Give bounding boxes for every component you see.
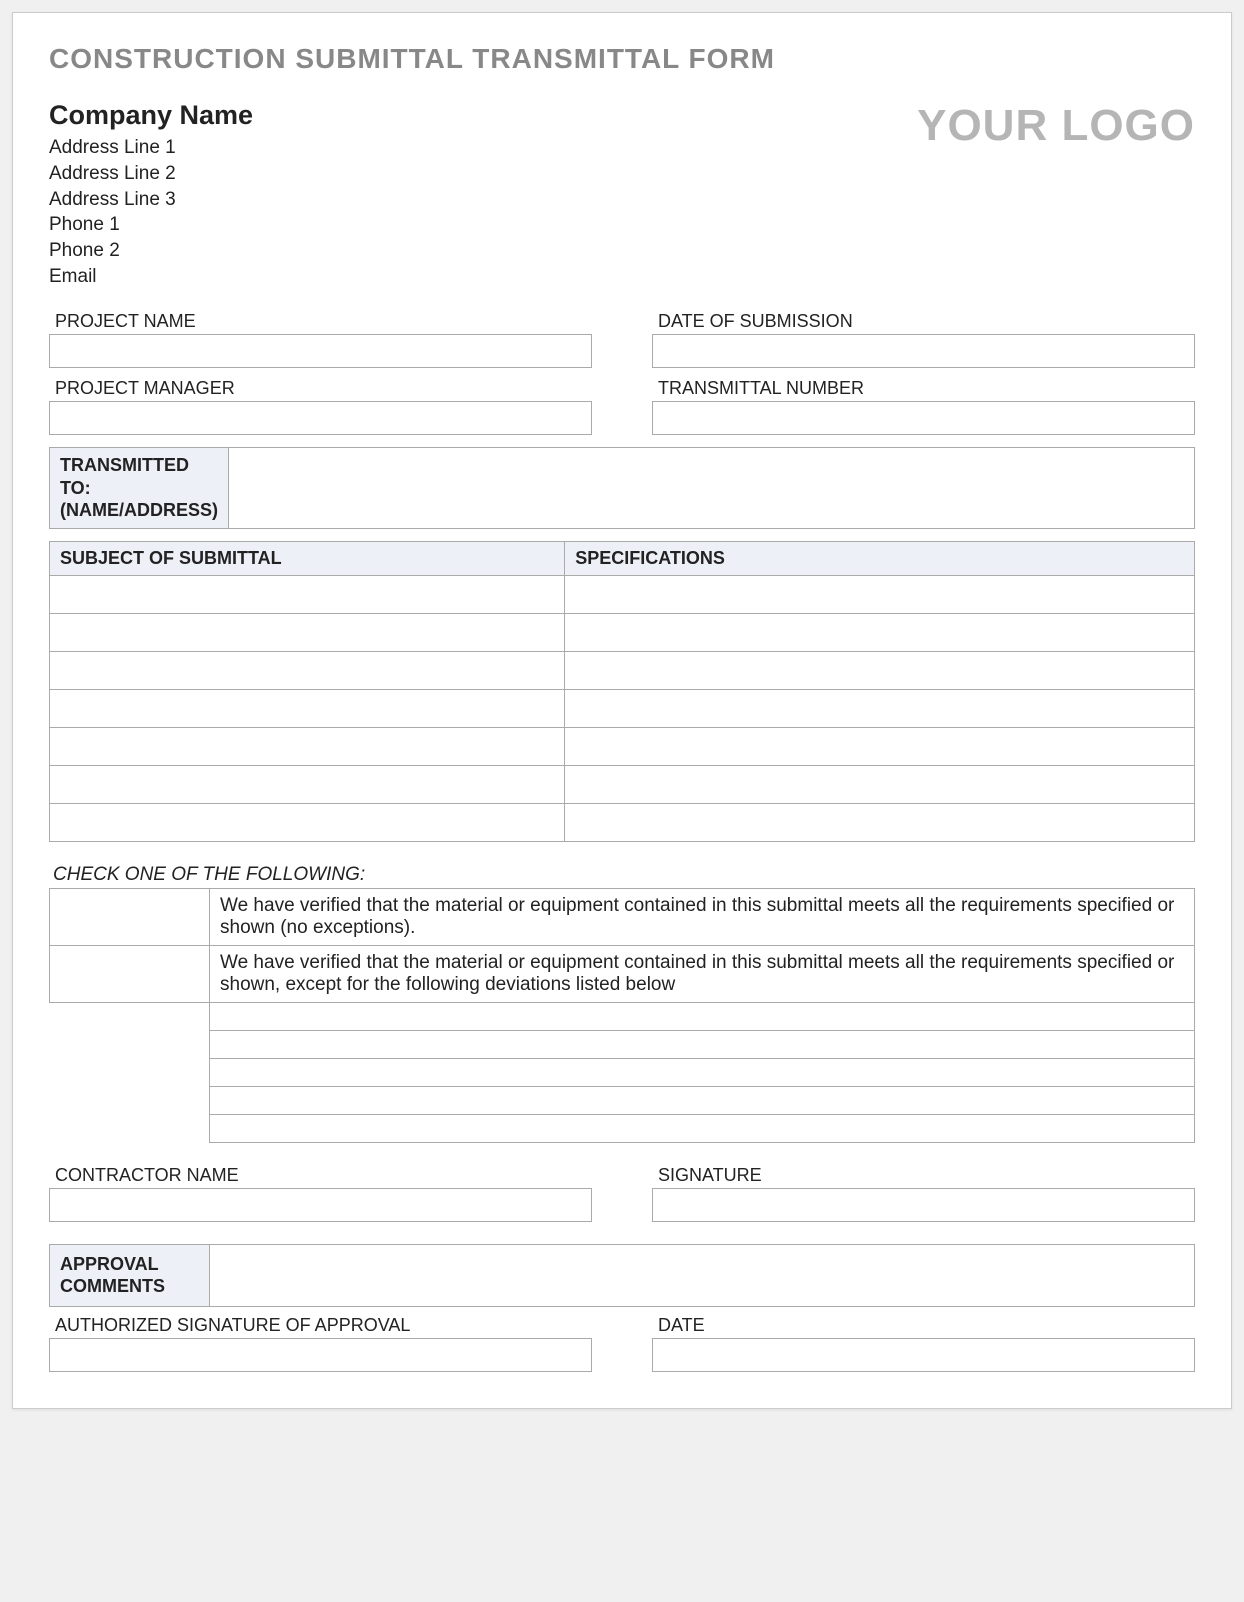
deviation-spacer (50, 1058, 210, 1086)
company-block: Company Name Address Line 1 Address Line… (49, 97, 253, 289)
row-manager-transmittal: PROJECT MANAGER TRANSMITTAL NUMBER (49, 374, 1195, 435)
check-header: CHECK ONE OF THE FOLLOWING: (53, 864, 1195, 886)
table-row (50, 803, 1195, 841)
cell-subject[interactable] (50, 575, 565, 613)
company-email: Email (49, 264, 253, 290)
table-row (50, 651, 1195, 689)
label-authorized-signature: AUTHORIZED SIGNATURE OF APPROVAL (49, 1311, 592, 1338)
form-title: CONSTRUCTION SUBMITTAL TRANSMITTAL FORM (49, 43, 1195, 75)
deviation-line[interactable] (210, 1030, 1195, 1058)
deviation-line[interactable] (210, 1086, 1195, 1114)
deviation-spacer (50, 1114, 210, 1142)
check-option-1: We have verified that the material or eq… (210, 888, 1195, 945)
input-project-manager[interactable] (49, 401, 592, 435)
header-row: Company Name Address Line 1 Address Line… (49, 97, 1195, 289)
table-row (50, 765, 1195, 803)
cell-specs[interactable] (565, 803, 1195, 841)
field-date: DATE (652, 1311, 1195, 1372)
row-project-date: PROJECT NAME DATE OF SUBMISSION (49, 307, 1195, 368)
check-option-2: We have verified that the material or eq… (210, 945, 1195, 1002)
input-date[interactable] (652, 1338, 1195, 1372)
company-phone-1: Phone 1 (49, 212, 253, 238)
header-specs: SPECIFICATIONS (565, 541, 1195, 575)
label-approval-comments: APPROVAL COMMENTS (50, 1244, 210, 1306)
company-address-2: Address Line 2 (49, 161, 253, 187)
cell-specs[interactable] (565, 575, 1195, 613)
company-address-3: Address Line 3 (49, 187, 253, 213)
form-page: CONSTRUCTION SUBMITTAL TRANSMITTAL FORM … (12, 12, 1232, 1409)
company-phone-2: Phone 2 (49, 238, 253, 264)
deviation-row (50, 1058, 1195, 1086)
deviation-spacer (50, 1030, 210, 1058)
table-row (50, 575, 1195, 613)
cell-subject[interactable] (50, 651, 565, 689)
logo-placeholder: YOUR LOGO (917, 101, 1195, 151)
company-address-1: Address Line 1 (49, 135, 253, 161)
deviation-row (50, 1002, 1195, 1030)
field-authorized-signature: AUTHORIZED SIGNATURE OF APPROVAL (49, 1311, 592, 1372)
cell-transmitted-to[interactable] (229, 448, 1195, 529)
check-cell-2[interactable] (50, 945, 210, 1002)
input-transmittal-number[interactable] (652, 401, 1195, 435)
field-project-name: PROJECT NAME (49, 307, 592, 368)
field-project-manager: PROJECT MANAGER (49, 374, 592, 435)
input-authorized-signature[interactable] (49, 1338, 592, 1372)
label-date-of-submission: DATE OF SUBMISSION (652, 307, 1195, 334)
label-transmitted-to: TRANSMITTED TO: (NAME/ADDRESS) (50, 448, 229, 529)
approval-table: APPROVAL COMMENTS (49, 1244, 1195, 1307)
cell-specs[interactable] (565, 765, 1195, 803)
company-name: Company Name (49, 97, 253, 133)
field-contractor-name: CONTRACTOR NAME (49, 1161, 592, 1222)
cell-approval-comments[interactable] (210, 1244, 1195, 1306)
header-subject: SUBJECT OF SUBMITTAL (50, 541, 565, 575)
cell-subject[interactable] (50, 765, 565, 803)
deviation-row (50, 1030, 1195, 1058)
cell-specs[interactable] (565, 727, 1195, 765)
deviation-line[interactable] (210, 1002, 1195, 1030)
field-transmittal-number: TRANSMITTAL NUMBER (652, 374, 1195, 435)
label-project-name: PROJECT NAME (49, 307, 592, 334)
row-contractor-signature: CONTRACTOR NAME SIGNATURE (49, 1161, 1195, 1222)
label-contractor-name: CONTRACTOR NAME (49, 1161, 592, 1188)
table-row (50, 727, 1195, 765)
input-contractor-name[interactable] (49, 1188, 592, 1222)
label-project-manager: PROJECT MANAGER (49, 374, 592, 401)
cell-specs[interactable] (565, 651, 1195, 689)
cell-specs[interactable] (565, 689, 1195, 727)
label-signature: SIGNATURE (652, 1161, 1195, 1188)
deviation-line[interactable] (210, 1114, 1195, 1142)
cell-subject[interactable] (50, 613, 565, 651)
input-project-name[interactable] (49, 334, 592, 368)
table-row (50, 613, 1195, 651)
cell-subject[interactable] (50, 689, 565, 727)
deviation-row (50, 1114, 1195, 1142)
label-transmittal-number: TRANSMITTAL NUMBER (652, 374, 1195, 401)
deviation-row (50, 1086, 1195, 1114)
input-date-of-submission[interactable] (652, 334, 1195, 368)
field-date-of-submission: DATE OF SUBMISSION (652, 307, 1195, 368)
field-signature: SIGNATURE (652, 1161, 1195, 1222)
cell-subject[interactable] (50, 803, 565, 841)
deviation-line[interactable] (210, 1058, 1195, 1086)
label-date: DATE (652, 1311, 1195, 1338)
input-signature[interactable] (652, 1188, 1195, 1222)
deviation-spacer (50, 1086, 210, 1114)
subject-table: SUBJECT OF SUBMITTAL SPECIFICATIONS (49, 541, 1195, 842)
row-authsig-date: AUTHORIZED SIGNATURE OF APPROVAL DATE (49, 1311, 1195, 1372)
transmitted-to-table: TRANSMITTED TO: (NAME/ADDRESS) (49, 447, 1195, 529)
deviation-spacer (50, 1002, 210, 1030)
table-row (50, 689, 1195, 727)
cell-subject[interactable] (50, 727, 565, 765)
check-cell-1[interactable] (50, 888, 210, 945)
cell-specs[interactable] (565, 613, 1195, 651)
check-table: We have verified that the material or eq… (49, 888, 1195, 1143)
